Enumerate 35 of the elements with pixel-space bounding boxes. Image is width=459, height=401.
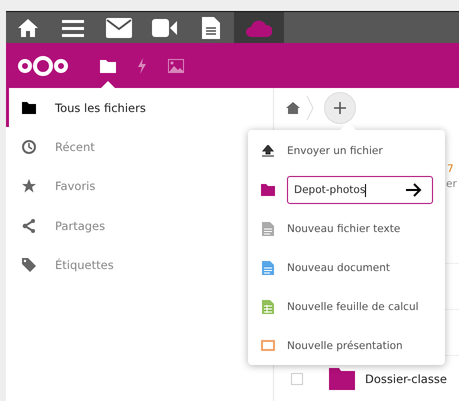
menu-item[interactable]: Nouvelle feuille de calcul bbox=[248, 287, 445, 326]
menu-item[interactable]: Nouvelle présentation bbox=[248, 326, 445, 365]
folder-icon bbox=[329, 368, 355, 390]
logo-icon bbox=[17, 54, 69, 78]
document-icon bbox=[202, 16, 220, 38]
cloud-icon bbox=[246, 18, 272, 36]
add-button[interactable] bbox=[324, 92, 356, 124]
clock-icon bbox=[22, 140, 36, 154]
spreadsheet-icon bbox=[261, 300, 275, 314]
text-file-icon bbox=[261, 222, 275, 236]
upload-icon bbox=[261, 145, 275, 158]
menu-icon bbox=[62, 18, 84, 36]
lightning-icon bbox=[137, 58, 147, 74]
folder-icon bbox=[22, 102, 36, 114]
image-icon bbox=[168, 58, 184, 72]
file-info-text: er bbox=[446, 178, 457, 190]
row-checkbox[interactable] bbox=[291, 373, 303, 385]
video-camera-icon bbox=[152, 18, 178, 36]
folder-name-field[interactable]: Depot-photos bbox=[287, 176, 433, 204]
home-icon bbox=[17, 18, 39, 38]
mail-icon bbox=[106, 18, 132, 38]
breadcrumb-separator-icon bbox=[306, 95, 314, 121]
folder-icon bbox=[261, 184, 275, 196]
folder-icon bbox=[100, 58, 116, 72]
plus-icon bbox=[334, 102, 346, 114]
star-icon bbox=[22, 179, 36, 194]
document-icon bbox=[261, 260, 275, 275]
file-info-text: 7 bbox=[447, 163, 454, 175]
home-icon[interactable] bbox=[286, 102, 300, 114]
arrow-right-icon[interactable] bbox=[406, 183, 422, 198]
tag-icon bbox=[22, 258, 36, 272]
sidebar-item[interactable]: Tous les fichiers bbox=[6, 88, 273, 128]
presentation-icon bbox=[261, 340, 275, 352]
file-name[interactable]: Dossier-classe bbox=[365, 372, 447, 386]
share-icon bbox=[22, 218, 36, 233]
